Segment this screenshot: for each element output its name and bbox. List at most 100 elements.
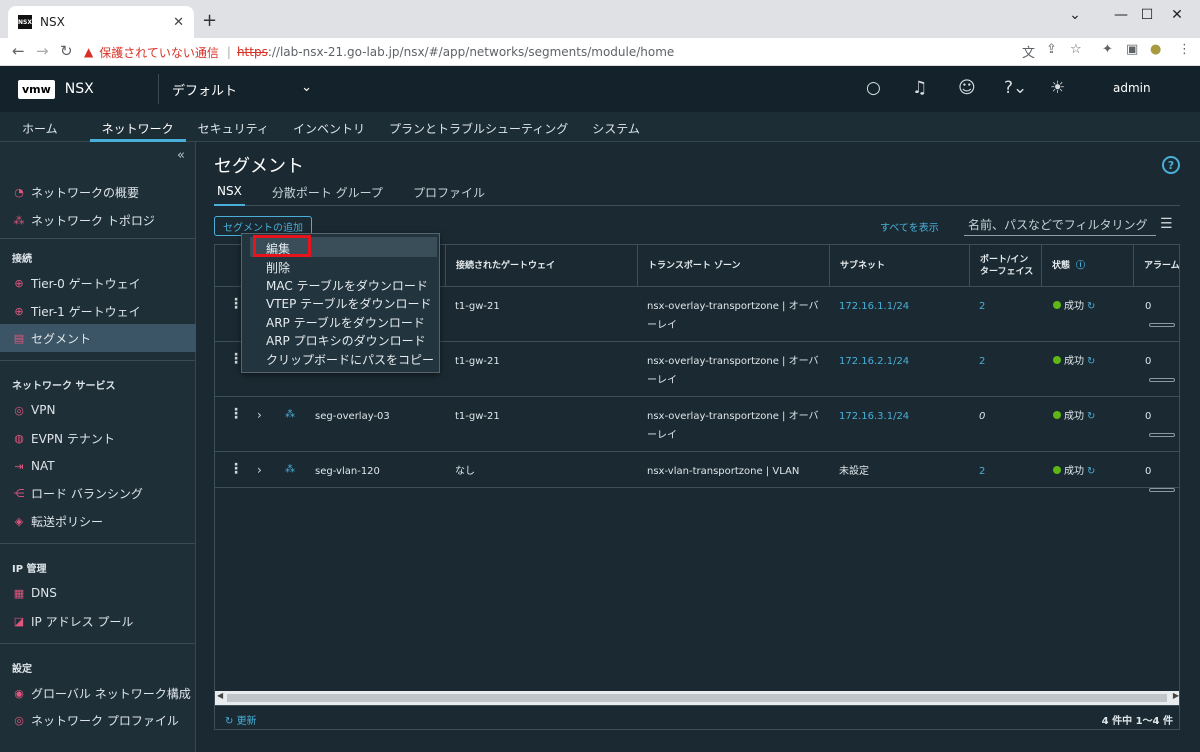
ports-link[interactable]: 2: [979, 297, 985, 316]
nav-system[interactable]: システム: [580, 112, 652, 142]
search-icon[interactable]: ○: [866, 78, 881, 98]
sidebar-item-load-balancing[interactable]: ⋲ ロード バランシング: [0, 479, 196, 507]
feedback-smile-icon[interactable]: ☺: [958, 78, 976, 98]
collapse-sidebar-icon[interactable]: «: [177, 148, 185, 163]
sidebar-item-forwarding-policy[interactable]: ◈ 転送ポリシー: [0, 507, 196, 535]
refresh-status-icon[interactable]: ↻: [1087, 466, 1095, 477]
window-close-icon[interactable]: ✕: [1154, 0, 1200, 30]
success-dot-icon: [1053, 411, 1061, 419]
sidebar-item-ip-pools[interactable]: ◪ IP アドレス プール: [0, 607, 196, 635]
forward-icon[interactable]: →: [36, 42, 49, 60]
tab-distributed-port-groups[interactable]: 分散ポート グループ: [269, 184, 386, 206]
new-tab-icon[interactable]: +: [202, 10, 217, 31]
sidebar-item-tier1[interactable]: ⊕ Tier-1 ゲートウェイ: [0, 297, 196, 325]
filter-input[interactable]: [964, 214, 1156, 236]
table-row[interactable]: ⋮ › ⁂ seg-overlay-03 t1-gw-21 nsx-overla…: [215, 397, 1179, 452]
horizontal-scrollbar[interactable]: ◀ ▶: [215, 691, 1179, 705]
status-badge: 成功 ↻: [1053, 462, 1095, 481]
subnet-link[interactable]: 172.16.2.1/24: [839, 352, 909, 371]
back-icon[interactable]: ←: [12, 42, 25, 60]
sidebar-item-topology[interactable]: ⁂ ネットワーク トポロジ: [0, 206, 196, 234]
ip-pool-icon: ◪: [13, 614, 25, 628]
ports-link[interactable]: 2: [979, 462, 985, 481]
scroll-left-icon[interactable]: ◀: [217, 691, 223, 700]
profile-avatar-icon[interactable]: ●: [1150, 42, 1161, 57]
browser-tab[interactable]: NSX NSX ✕: [8, 6, 194, 38]
sidebar-item-global-networking[interactable]: ◉ グローバル ネットワーク構成: [0, 679, 196, 707]
project-selector[interactable]: デフォルト ⌄: [172, 80, 312, 99]
reload-icon[interactable]: ↻: [60, 42, 73, 60]
nat-icon: ⇥: [14, 459, 24, 473]
nav-security[interactable]: セキュリティ: [186, 112, 281, 142]
warning-icon: ▲: [84, 45, 94, 59]
refresh-status-icon[interactable]: ↻: [1087, 301, 1095, 312]
col-status[interactable]: 状態 ⓘ: [1041, 245, 1133, 287]
filter-icon[interactable]: ☰: [1160, 216, 1173, 232]
nav-inventory[interactable]: インベントリ: [281, 112, 377, 142]
menu-item-copy-path[interactable]: クリップボードにパスをコピー: [266, 351, 434, 368]
subnet-link[interactable]: 172.16.1.1/24: [839, 297, 909, 316]
chevron-down-icon[interactable]: ⌄: [1052, 0, 1098, 30]
menu-item-download-arp-proxy[interactable]: ARP プロキシのダウンロード: [266, 332, 426, 349]
user-menu[interactable]: admin: [1113, 81, 1151, 95]
translate-icon[interactable]: 文: [1022, 42, 1035, 61]
help-icon[interactable]: ?⌄: [1004, 78, 1027, 98]
col-gateway[interactable]: 接続されたゲートウェイ: [445, 245, 637, 287]
menu-item-delete[interactable]: 削除: [266, 259, 290, 276]
chevron-right-icon[interactable]: ›: [257, 408, 262, 422]
table-row[interactable]: ⋮ › ⁂ seg-vlan-120 なし nsx-vlan-transport…: [215, 452, 1179, 492]
col-ports[interactable]: ポート/イン ターフェイス: [969, 245, 1041, 287]
sub-tabs: NSX 分散ポート グループ プロファイル: [214, 184, 1180, 206]
info-icon[interactable]: ⓘ: [1076, 260, 1085, 272]
segment-name[interactable]: seg-overlay-03: [315, 407, 390, 426]
nav-plan-troubleshoot[interactable]: プランとトラブルシューティング: [377, 112, 580, 142]
chevron-right-icon[interactable]: ›: [257, 463, 262, 477]
subnet-link[interactable]: 172.16.3.1/24: [839, 407, 909, 426]
menu-item-download-mac[interactable]: MAC テーブルをダウンロード: [266, 277, 428, 294]
bookmark-star-icon[interactable]: ☆: [1070, 42, 1082, 57]
refresh-status-icon[interactable]: ↻: [1087, 356, 1095, 367]
theme-sun-icon[interactable]: ☀: [1050, 78, 1065, 98]
row-actions-icon[interactable]: ⋮: [229, 461, 243, 477]
scroll-right-icon[interactable]: ▶: [1173, 691, 1179, 700]
sidebar-item-evpn[interactable]: ◍ EVPN テナント: [0, 424, 196, 452]
page-title: セグメント: [214, 156, 304, 177]
nav-home[interactable]: ホーム: [10, 112, 70, 142]
sidebar-item-tier0[interactable]: ⊕ Tier-0 ゲートウェイ: [0, 269, 196, 297]
sidebar-item-dns[interactable]: ▦ DNS: [0, 579, 196, 607]
dns-icon: ▦: [13, 586, 25, 600]
tab-nsx[interactable]: NSX: [214, 184, 245, 206]
col-subnet[interactable]: サブネット: [829, 245, 969, 287]
notification-bell-icon[interactable]: ♫: [912, 78, 927, 98]
browser-menu-icon[interactable]: ⋮: [1178, 42, 1191, 57]
segment-name[interactable]: seg-vlan-120: [315, 462, 380, 481]
close-tab-icon[interactable]: ✕: [173, 15, 184, 30]
show-all-link[interactable]: すべてを表示: [880, 219, 939, 234]
chevron-down-icon: ⌄: [301, 80, 312, 95]
sidebar-item-vpn[interactable]: ◎ VPN: [0, 396, 196, 424]
url-bar[interactable]: ▲ 保護されていない通信 | https ://lab-nsx-21.go-la…: [84, 40, 1014, 64]
refresh-button[interactable]: ↻ 更新: [225, 712, 257, 727]
sidebar-item-segments[interactable]: ▤ セグメント: [0, 324, 196, 352]
menu-item-download-vtep[interactable]: VTEP テーブルをダウンロード: [266, 295, 431, 312]
scrollbar-thumb[interactable]: [227, 694, 1167, 702]
tab-profiles[interactable]: プロファイル: [410, 184, 488, 206]
segment-icon: ⁂: [285, 464, 295, 475]
nav-networking[interactable]: ネットワーク: [89, 112, 186, 142]
help-icon[interactable]: ?: [1162, 156, 1180, 174]
sidebar-item-nat[interactable]: ⇥ NAT: [0, 452, 196, 480]
sidebar-item-network-profiles[interactable]: ◎ ネットワーク プロファイル: [0, 706, 196, 734]
row-actions-icon[interactable]: ⋮: [229, 406, 243, 422]
col-transport-zone[interactable]: トランスポート ゾーン: [637, 245, 829, 287]
main-navigation: ホーム ネットワーク セキュリティ インベントリ プランとトラブルシューティング…: [0, 112, 1200, 142]
sidebar-section-connect: 接続: [12, 254, 32, 265]
refresh-status-icon[interactable]: ↻: [1087, 411, 1095, 422]
extensions-icon[interactable]: ✦: [1102, 42, 1113, 57]
sidebar-item-network-overview[interactable]: ◔ ネットワークの概要: [0, 178, 196, 206]
share-icon[interactable]: ⇪: [1046, 42, 1057, 57]
ports-link[interactable]: 2: [979, 352, 985, 371]
tier0-gateway-icon: ⊕: [14, 276, 24, 290]
sidepanel-icon[interactable]: ▣: [1126, 42, 1138, 57]
menu-item-download-arp[interactable]: ARP テーブルをダウンロード: [266, 314, 425, 331]
col-alarms[interactable]: アラーム: [1133, 245, 1179, 287]
